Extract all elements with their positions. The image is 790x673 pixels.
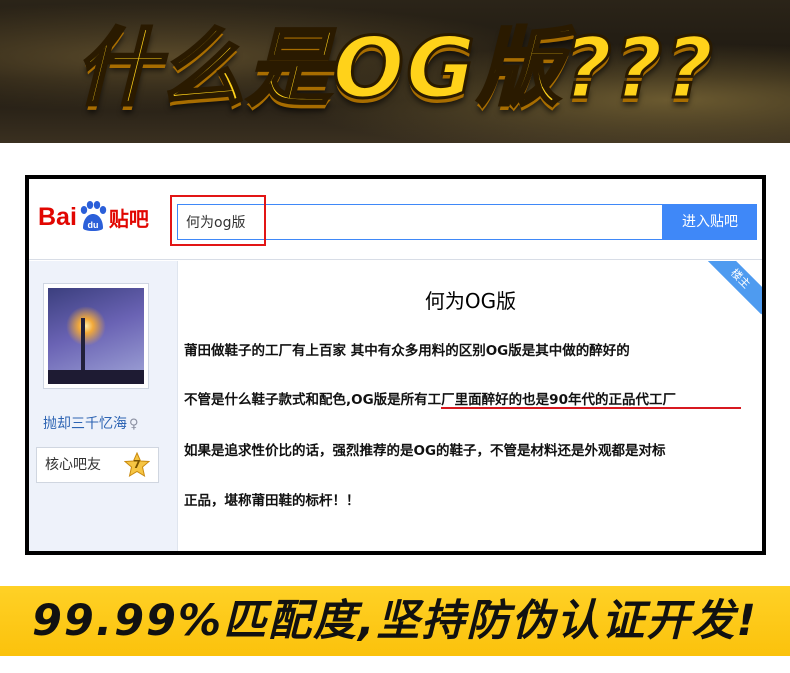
post-title: 何为OG版 [424, 289, 517, 313]
member-label: 核心吧友 [45, 457, 101, 473]
enter-tieba-button[interactable]: 进入贴吧 [663, 204, 757, 240]
user-sidebar: 抛却三千忆海 ♀ 核心吧友 7 [29, 261, 178, 551]
logo-text-bai: Bai [38, 202, 77, 231]
red-underline [441, 407, 741, 409]
forum-screenshot-frame: Bai du 贴吧 进入贴吧 抛却三千忆海♀ [25, 175, 766, 555]
level-number: 7 [133, 458, 141, 471]
banner-headline: 什么是OG版??? [73, 18, 716, 119]
member-badge[interactable]: 核心吧友 7 [36, 447, 159, 483]
baidu-tieba-logo[interactable]: Bai du 贴吧 [38, 199, 149, 235]
top-banner: 什么是OG版??? [0, 0, 790, 143]
avatar-frame[interactable] [43, 283, 149, 389]
bottom-slogan: 99.99%匹配度,坚持防伪认证开发! [31, 596, 759, 646]
username-link[interactable]: 抛却三千忆海 ♀ [43, 413, 139, 433]
post-content: 楼主 何为OG版 莆田做鞋子的工厂有上百家 其中有众多用料的区别OG版是其中做的… [179, 261, 762, 551]
bottom-banner: 99.99%匹配度,坚持防伪认证开发! [0, 586, 790, 656]
search-highlight-box [170, 195, 266, 246]
username-text: 抛却三千忆海 [43, 416, 127, 432]
female-icon: ♀ [129, 417, 139, 432]
post-line-1: 莆田做鞋子的工厂有上百家 其中有众多用料的区别OG版是其中做的醉好的 [184, 343, 630, 359]
paw-icon: du [80, 201, 107, 231]
avatar-lamp-glow [66, 306, 106, 346]
post-line-4: 正品，堪称莆田鞋的标杆！！ [184, 493, 360, 509]
logo-text-du: du [87, 220, 98, 230]
level-badge: 7 [123, 451, 151, 478]
avatar [48, 288, 144, 384]
logo-text-tieba: 贴吧 [108, 206, 149, 231]
post-line-3: 如果是追求性价比的话，强烈推荐的是OG的鞋子，不管是材料还是外观都是对标 [184, 443, 666, 459]
post-line-2: 不管是什么鞋子款式和配色,OG版是所有工厂里面醉好的也是90年代的正品代工厂 [184, 392, 676, 408]
forum-header: Bai du 贴吧 进入贴吧 [29, 179, 762, 260]
avatar-ground [48, 370, 144, 384]
